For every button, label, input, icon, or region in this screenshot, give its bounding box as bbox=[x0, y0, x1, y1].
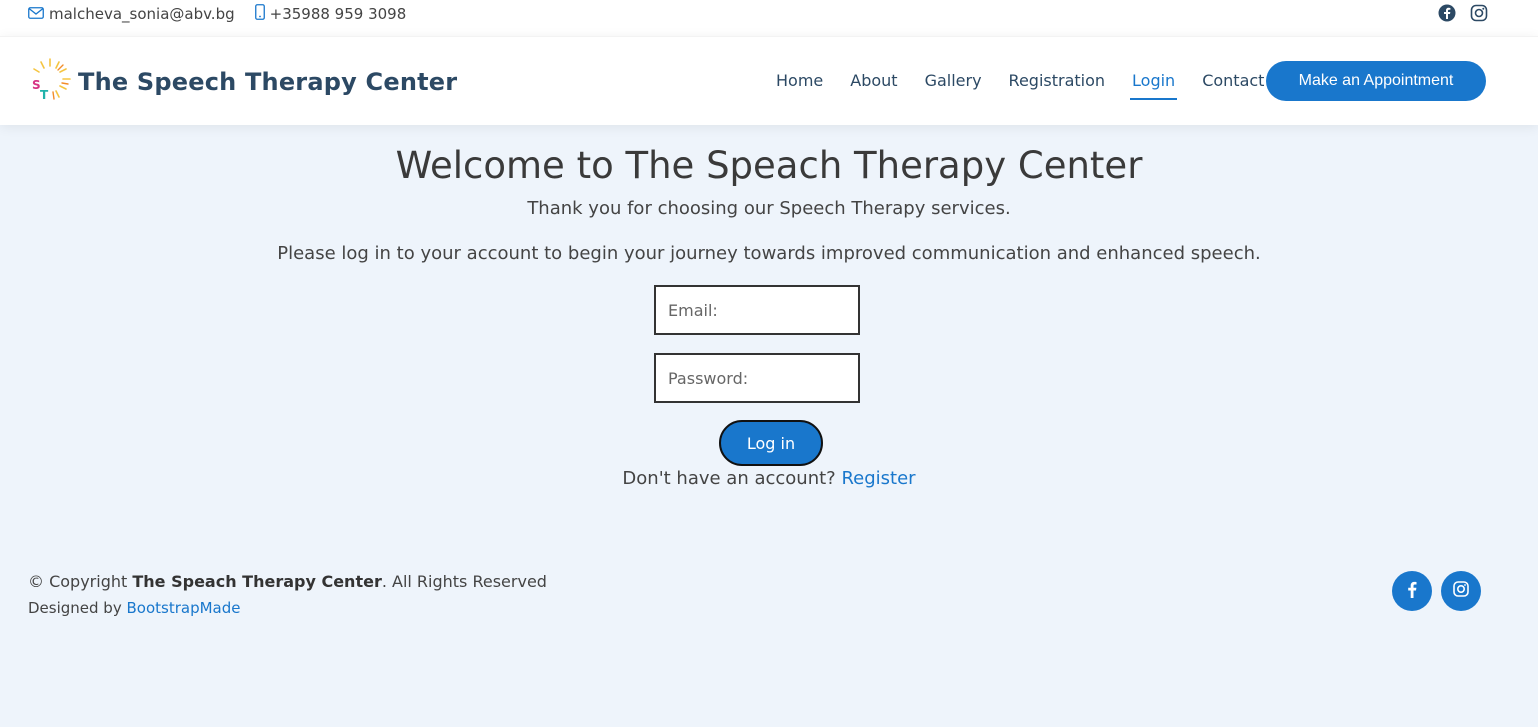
password-input[interactable] bbox=[654, 353, 860, 403]
copyright-prefix: © Copyright bbox=[28, 572, 128, 591]
register-link[interactable]: Register bbox=[841, 468, 915, 489]
no-account-line: Don't have an account? Register bbox=[0, 468, 1538, 489]
footer-social-links bbox=[1392, 571, 1481, 611]
footer-instagram-button[interactable] bbox=[1441, 571, 1481, 611]
instagram-icon[interactable] bbox=[1470, 4, 1488, 26]
contact-info: malcheva_sonia@abv.bg +35988 959 3098 bbox=[28, 4, 426, 24]
make-appointment-button[interactable]: Make an Appointment bbox=[1266, 61, 1486, 101]
site-footer: © Copyright The Speach Therapy Center. A… bbox=[28, 572, 547, 617]
email-contact[interactable]: malcheva_sonia@abv.bg bbox=[28, 5, 235, 23]
designed-by: Designed by BootstrapMade bbox=[28, 599, 547, 617]
site-logo[interactable]: S T The Speech Therapy Center bbox=[28, 57, 457, 107]
envelope-icon bbox=[28, 5, 49, 23]
main-nav: Home About Gallery Registration Login Co… bbox=[776, 71, 1291, 100]
site-header: S T The Speech Therapy Center Home About… bbox=[0, 36, 1538, 125]
phone-text: +35988 959 3098 bbox=[269, 5, 407, 23]
brand-name: The Speech Therapy Center bbox=[78, 68, 458, 96]
login-prompt-text: Please log in to your account to begin y… bbox=[277, 243, 1261, 264]
nav-contact[interactable]: Contact bbox=[1202, 71, 1264, 96]
thank-you-text: Thank you for choosing our Speech Therap… bbox=[527, 198, 1011, 219]
top-social-links bbox=[1438, 4, 1488, 26]
svg-text:T: T bbox=[40, 88, 49, 102]
instagram-icon bbox=[1453, 581, 1469, 601]
page-title: Welcome to The Speach Therapy Center bbox=[395, 144, 1143, 187]
footer-facebook-button[interactable] bbox=[1392, 571, 1432, 611]
email-text: malcheva_sonia@abv.bg bbox=[49, 5, 235, 23]
sun-logo-icon: S T bbox=[28, 57, 72, 107]
facebook-icon[interactable] bbox=[1438, 4, 1456, 26]
phone-icon bbox=[254, 4, 270, 24]
nav-registration[interactable]: Registration bbox=[1009, 71, 1105, 96]
no-account-text: Don't have an account? bbox=[622, 468, 836, 489]
nav-home[interactable]: Home bbox=[776, 71, 823, 96]
copyright-name: The Speach Therapy Center bbox=[132, 572, 382, 591]
nav-gallery[interactable]: Gallery bbox=[925, 71, 982, 96]
login-button[interactable]: Log in bbox=[719, 420, 823, 466]
email-input[interactable] bbox=[654, 285, 860, 335]
nav-about[interactable]: About bbox=[850, 71, 897, 96]
nav-login[interactable]: Login bbox=[1130, 71, 1178, 100]
copyright-text: © Copyright The Speach Therapy Center. A… bbox=[28, 572, 547, 591]
top-bar: malcheva_sonia@abv.bg +35988 959 3098 bbox=[0, 0, 1538, 36]
facebook-icon bbox=[1407, 581, 1417, 602]
designed-by-prefix: Designed by bbox=[28, 599, 122, 617]
bootstrapmade-link[interactable]: BootstrapMade bbox=[127, 599, 241, 617]
copyright-suffix: . All Rights Reserved bbox=[381, 572, 547, 591]
phone-contact[interactable]: +35988 959 3098 bbox=[254, 4, 407, 24]
